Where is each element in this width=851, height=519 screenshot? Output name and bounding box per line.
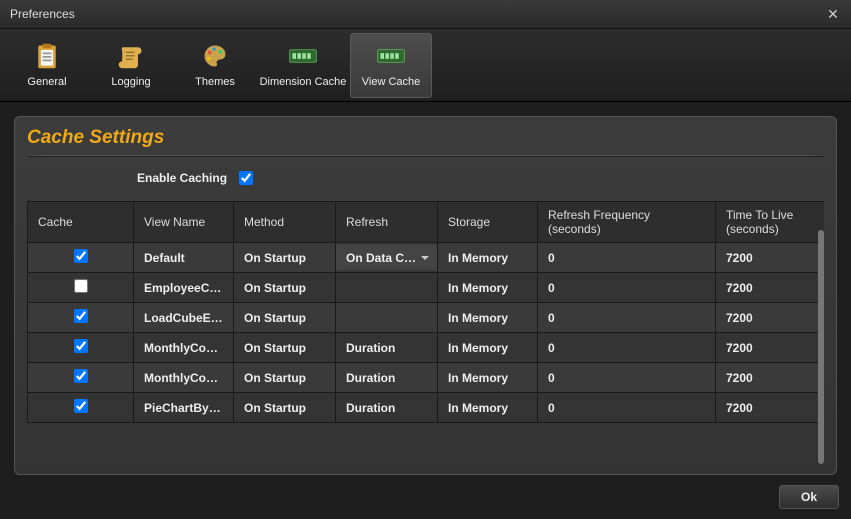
row-checkbox[interactable] — [74, 249, 88, 263]
col-ttl[interactable]: Time To Live (seconds) — [716, 202, 825, 243]
col-cache[interactable]: Cache — [28, 202, 134, 243]
row-checkbox[interactable] — [74, 279, 88, 293]
tab-general[interactable]: General — [6, 33, 88, 98]
cell-refresh: Duration — [336, 363, 438, 393]
cell-method: On Startup — [234, 363, 336, 393]
content-area: Cache Settings Enable Caching Cache View… — [0, 102, 851, 475]
cell-ttl: 7200 — [716, 363, 825, 393]
enable-caching-row: Enable Caching — [27, 171, 824, 185]
cell-ttl: 7200 — [716, 333, 825, 363]
tab-themes[interactable]: Themes — [174, 33, 256, 98]
cell-freq: 0 — [538, 273, 716, 303]
cell-refresh — [336, 273, 438, 303]
tab-logging[interactable]: Logging — [90, 33, 172, 98]
table-row[interactable]: EmployeeCost On Startup In Memory 0 7200 — [28, 273, 825, 303]
titlebar: Preferences ✕ — [0, 0, 851, 29]
cell-view: MonthlyComp — [134, 333, 234, 363]
table-header-row: Cache View Name Method Refresh Storage R… — [28, 202, 825, 243]
cell-ttl: 7200 — [716, 303, 825, 333]
tab-label: View Cache — [362, 76, 421, 88]
col-freq[interactable]: Refresh Frequency (seconds) — [538, 202, 716, 243]
tab-label: General — [27, 76, 66, 88]
cell-method: On Startup — [234, 243, 336, 273]
cell-method: On Startup — [234, 273, 336, 303]
col-refresh[interactable]: Refresh — [336, 202, 438, 243]
tab-view-cache[interactable]: View Cache — [350, 33, 432, 98]
refresh-dropdown-list: Duration On Data Change — [336, 272, 437, 273]
cell-view: LoadCubeEmpl… — [134, 303, 234, 333]
divider — [27, 155, 824, 157]
cell-freq: 0 — [538, 333, 716, 363]
row-checkbox[interactable] — [74, 339, 88, 353]
window-title: Preferences — [10, 7, 825, 21]
scrollbar[interactable] — [818, 230, 824, 464]
cell-storage: In Memory — [438, 393, 538, 423]
col-storage[interactable]: Storage — [438, 202, 538, 243]
refresh-dropdown[interactable]: On Data Ch… — [336, 245, 437, 271]
cell-freq: 0 — [538, 393, 716, 423]
cache-grid: Cache View Name Method Refresh Storage R… — [27, 201, 824, 464]
tab-label: Logging — [111, 76, 150, 88]
scroll-icon — [117, 42, 145, 70]
cell-storage: In Memory — [438, 273, 538, 303]
cell-method: On Startup — [234, 393, 336, 423]
cell-storage: In Memory — [438, 333, 538, 363]
tab-label: Dimension Cache — [260, 76, 347, 88]
col-view[interactable]: View Name — [134, 202, 234, 243]
cache-settings-panel: Cache Settings Enable Caching Cache View… — [14, 116, 837, 475]
table-row[interactable]: Default On Startup On Data Ch… Duration … — [28, 243, 825, 273]
enable-caching-checkbox[interactable] — [239, 171, 253, 185]
preferences-window: Preferences ✕ General Logging Themes D — [0, 0, 851, 519]
cell-freq: 0 — [538, 363, 716, 393]
panel-title: Cache Settings — [27, 127, 824, 149]
cell-refresh — [336, 303, 438, 333]
table-row[interactable]: MonthlyCompe… On Startup Duration In Mem… — [28, 363, 825, 393]
cell-refresh: Duration — [336, 333, 438, 363]
cell-method: On Startup — [234, 333, 336, 363]
cell-view: EmployeeCost — [134, 273, 234, 303]
cell-method: On Startup — [234, 303, 336, 333]
ok-button[interactable]: Ok — [779, 485, 839, 509]
table-row[interactable]: PieChartBySce… On Startup Duration In Me… — [28, 393, 825, 423]
close-icon[interactable]: ✕ — [825, 6, 841, 22]
row-checkbox[interactable] — [74, 309, 88, 323]
enable-caching-label: Enable Caching — [137, 171, 227, 185]
cell-storage: In Memory — [438, 303, 538, 333]
cache-icon — [289, 42, 317, 70]
table-row[interactable]: LoadCubeEmpl… On Startup In Memory 0 720… — [28, 303, 825, 333]
cell-storage: In Memory — [438, 243, 538, 273]
cell-storage: In Memory — [438, 363, 538, 393]
row-checkbox[interactable] — [74, 369, 88, 383]
clipboard-icon — [33, 42, 61, 70]
cell-view: Default — [134, 243, 234, 273]
cell-ttl: 7200 — [716, 393, 825, 423]
cell-refresh: Duration — [336, 393, 438, 423]
cell-ttl: 7200 — [716, 273, 825, 303]
cache-icon — [377, 42, 405, 70]
cell-ttl: 7200 — [716, 243, 825, 273]
footer: Ok — [0, 475, 851, 519]
row-checkbox[interactable] — [74, 399, 88, 413]
tab-label: Themes — [195, 76, 235, 88]
cell-view: PieChartBySce… — [134, 393, 234, 423]
col-method[interactable]: Method — [234, 202, 336, 243]
cell-refresh: On Data Ch… Duration On Data Change — [336, 243, 438, 273]
table-row[interactable]: MonthlyComp On Startup Duration In Memor… — [28, 333, 825, 363]
tab-dimension-cache[interactable]: Dimension Cache — [258, 33, 348, 98]
cache-table: Cache View Name Method Refresh Storage R… — [27, 201, 824, 423]
cell-view: MonthlyCompe… — [134, 363, 234, 393]
cell-freq: 0 — [538, 243, 716, 273]
palette-icon — [201, 42, 229, 70]
toolbar-tabs: General Logging Themes Dimension Cache V… — [0, 29, 851, 102]
cell-freq: 0 — [538, 303, 716, 333]
